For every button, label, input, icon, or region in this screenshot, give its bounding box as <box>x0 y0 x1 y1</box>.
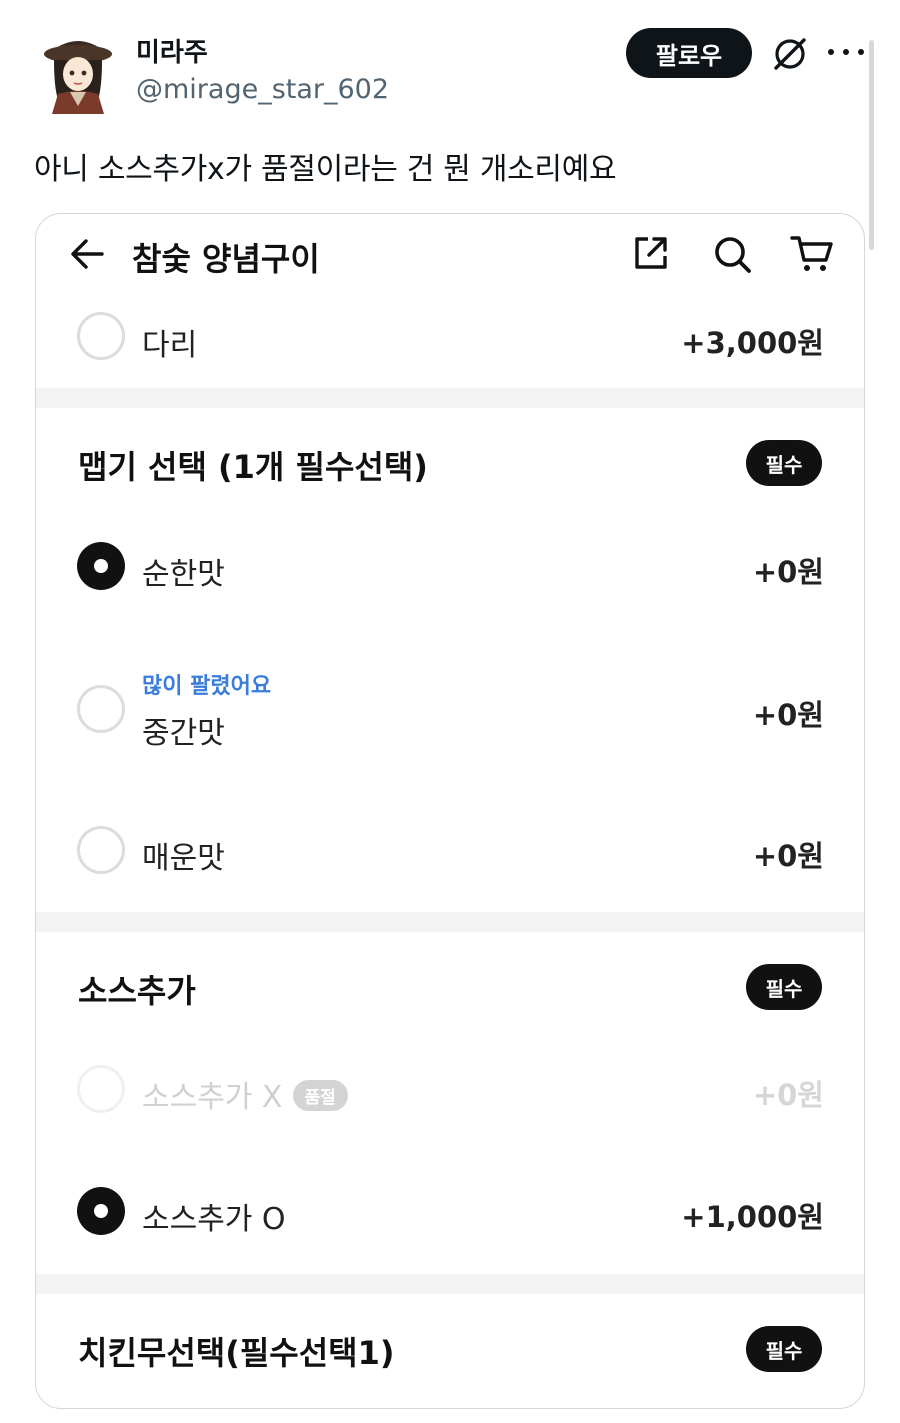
handle[interactable]: @mirage_star_602 <box>136 74 389 105</box>
grok-icon[interactable] <box>770 34 810 74</box>
app-bar: 참숯 양념구이 <box>36 214 864 298</box>
section-divider <box>36 912 864 932</box>
option-price: +0원 <box>752 555 824 589</box>
option-radio[interactable] <box>77 685 125 733</box>
required-badge: 필수 <box>746 1326 822 1372</box>
section-divider <box>36 388 864 408</box>
option-radio-disabled <box>77 1065 125 1113</box>
spice-section-title: 맵기 선택 (1개 필수선택) <box>78 448 428 486</box>
option-radio-selected[interactable] <box>77 542 125 590</box>
share-icon[interactable] <box>632 234 670 272</box>
option-row-leg[interactable]: 다리 +3,000원 <box>36 298 864 388</box>
option-row-add-sauce[interactable]: 소스추가 O +1,000원 <box>36 1162 864 1262</box>
soldout-badge: 품절 <box>292 1080 348 1111</box>
back-arrow-icon[interactable] <box>68 234 108 274</box>
option-radio[interactable] <box>77 826 125 874</box>
option-label: 순한맛 <box>142 557 225 592</box>
more-options-icon[interactable] <box>828 36 864 68</box>
option-price: +1,000원 <box>681 1200 824 1234</box>
sauce-section-title: 소스추가 <box>78 972 196 1010</box>
option-label: 다리 <box>142 328 198 363</box>
radish-section-title: 치킨무선택(필수선택1) <box>78 1334 395 1372</box>
scrollbar[interactable] <box>869 40 874 250</box>
option-label: 소스추가 X 품절 <box>142 1072 348 1116</box>
tweet-text: 아니 소스추가x가 품절이라는 건 뭔 개소리예요 <box>34 152 617 187</box>
required-badge: 필수 <box>746 440 822 486</box>
option-price: +3,000원 <box>681 326 824 360</box>
popular-tag: 많이 팔렸어요 <box>142 674 272 699</box>
avatar[interactable] <box>40 26 116 114</box>
option-label-text: 소스추가 X <box>142 1080 283 1115</box>
follow-button[interactable]: 팔로우 <box>626 28 752 78</box>
option-price: +0원 <box>752 1078 824 1112</box>
option-price: +0원 <box>752 698 824 732</box>
option-label: 매운맛 <box>142 841 225 876</box>
store-title: 참숯 양념구이 <box>132 240 320 278</box>
option-label: 소스추가 O <box>142 1202 286 1237</box>
option-row-hot[interactable]: 매운맛 +0원 <box>36 798 864 902</box>
option-row-mild[interactable]: 순한맛 +0원 <box>36 514 864 618</box>
option-radio[interactable] <box>77 312 125 360</box>
tweet-header: 미라주 @mirage_star_602 팔로우 <box>0 0 900 120</box>
attached-screenshot[interactable]: 참숯 양념구이 다리 +3,000원 맵기 선택 (1개 필수선택) 필수 순한… <box>35 213 865 1409</box>
option-row-no-sauce: 소스추가 X 품절 +0원 <box>36 1040 864 1140</box>
required-badge: 필수 <box>746 964 822 1010</box>
display-name[interactable]: 미라주 <box>136 32 208 69</box>
option-label: 중간맛 <box>142 716 225 751</box>
option-price: +0원 <box>752 839 824 873</box>
search-icon[interactable] <box>712 234 752 274</box>
option-row-medium[interactable]: 많이 팔렸어요 중간맛 +0원 <box>36 650 864 768</box>
section-divider <box>36 1274 864 1294</box>
cart-icon[interactable] <box>790 234 834 274</box>
option-radio-selected[interactable] <box>77 1187 125 1235</box>
